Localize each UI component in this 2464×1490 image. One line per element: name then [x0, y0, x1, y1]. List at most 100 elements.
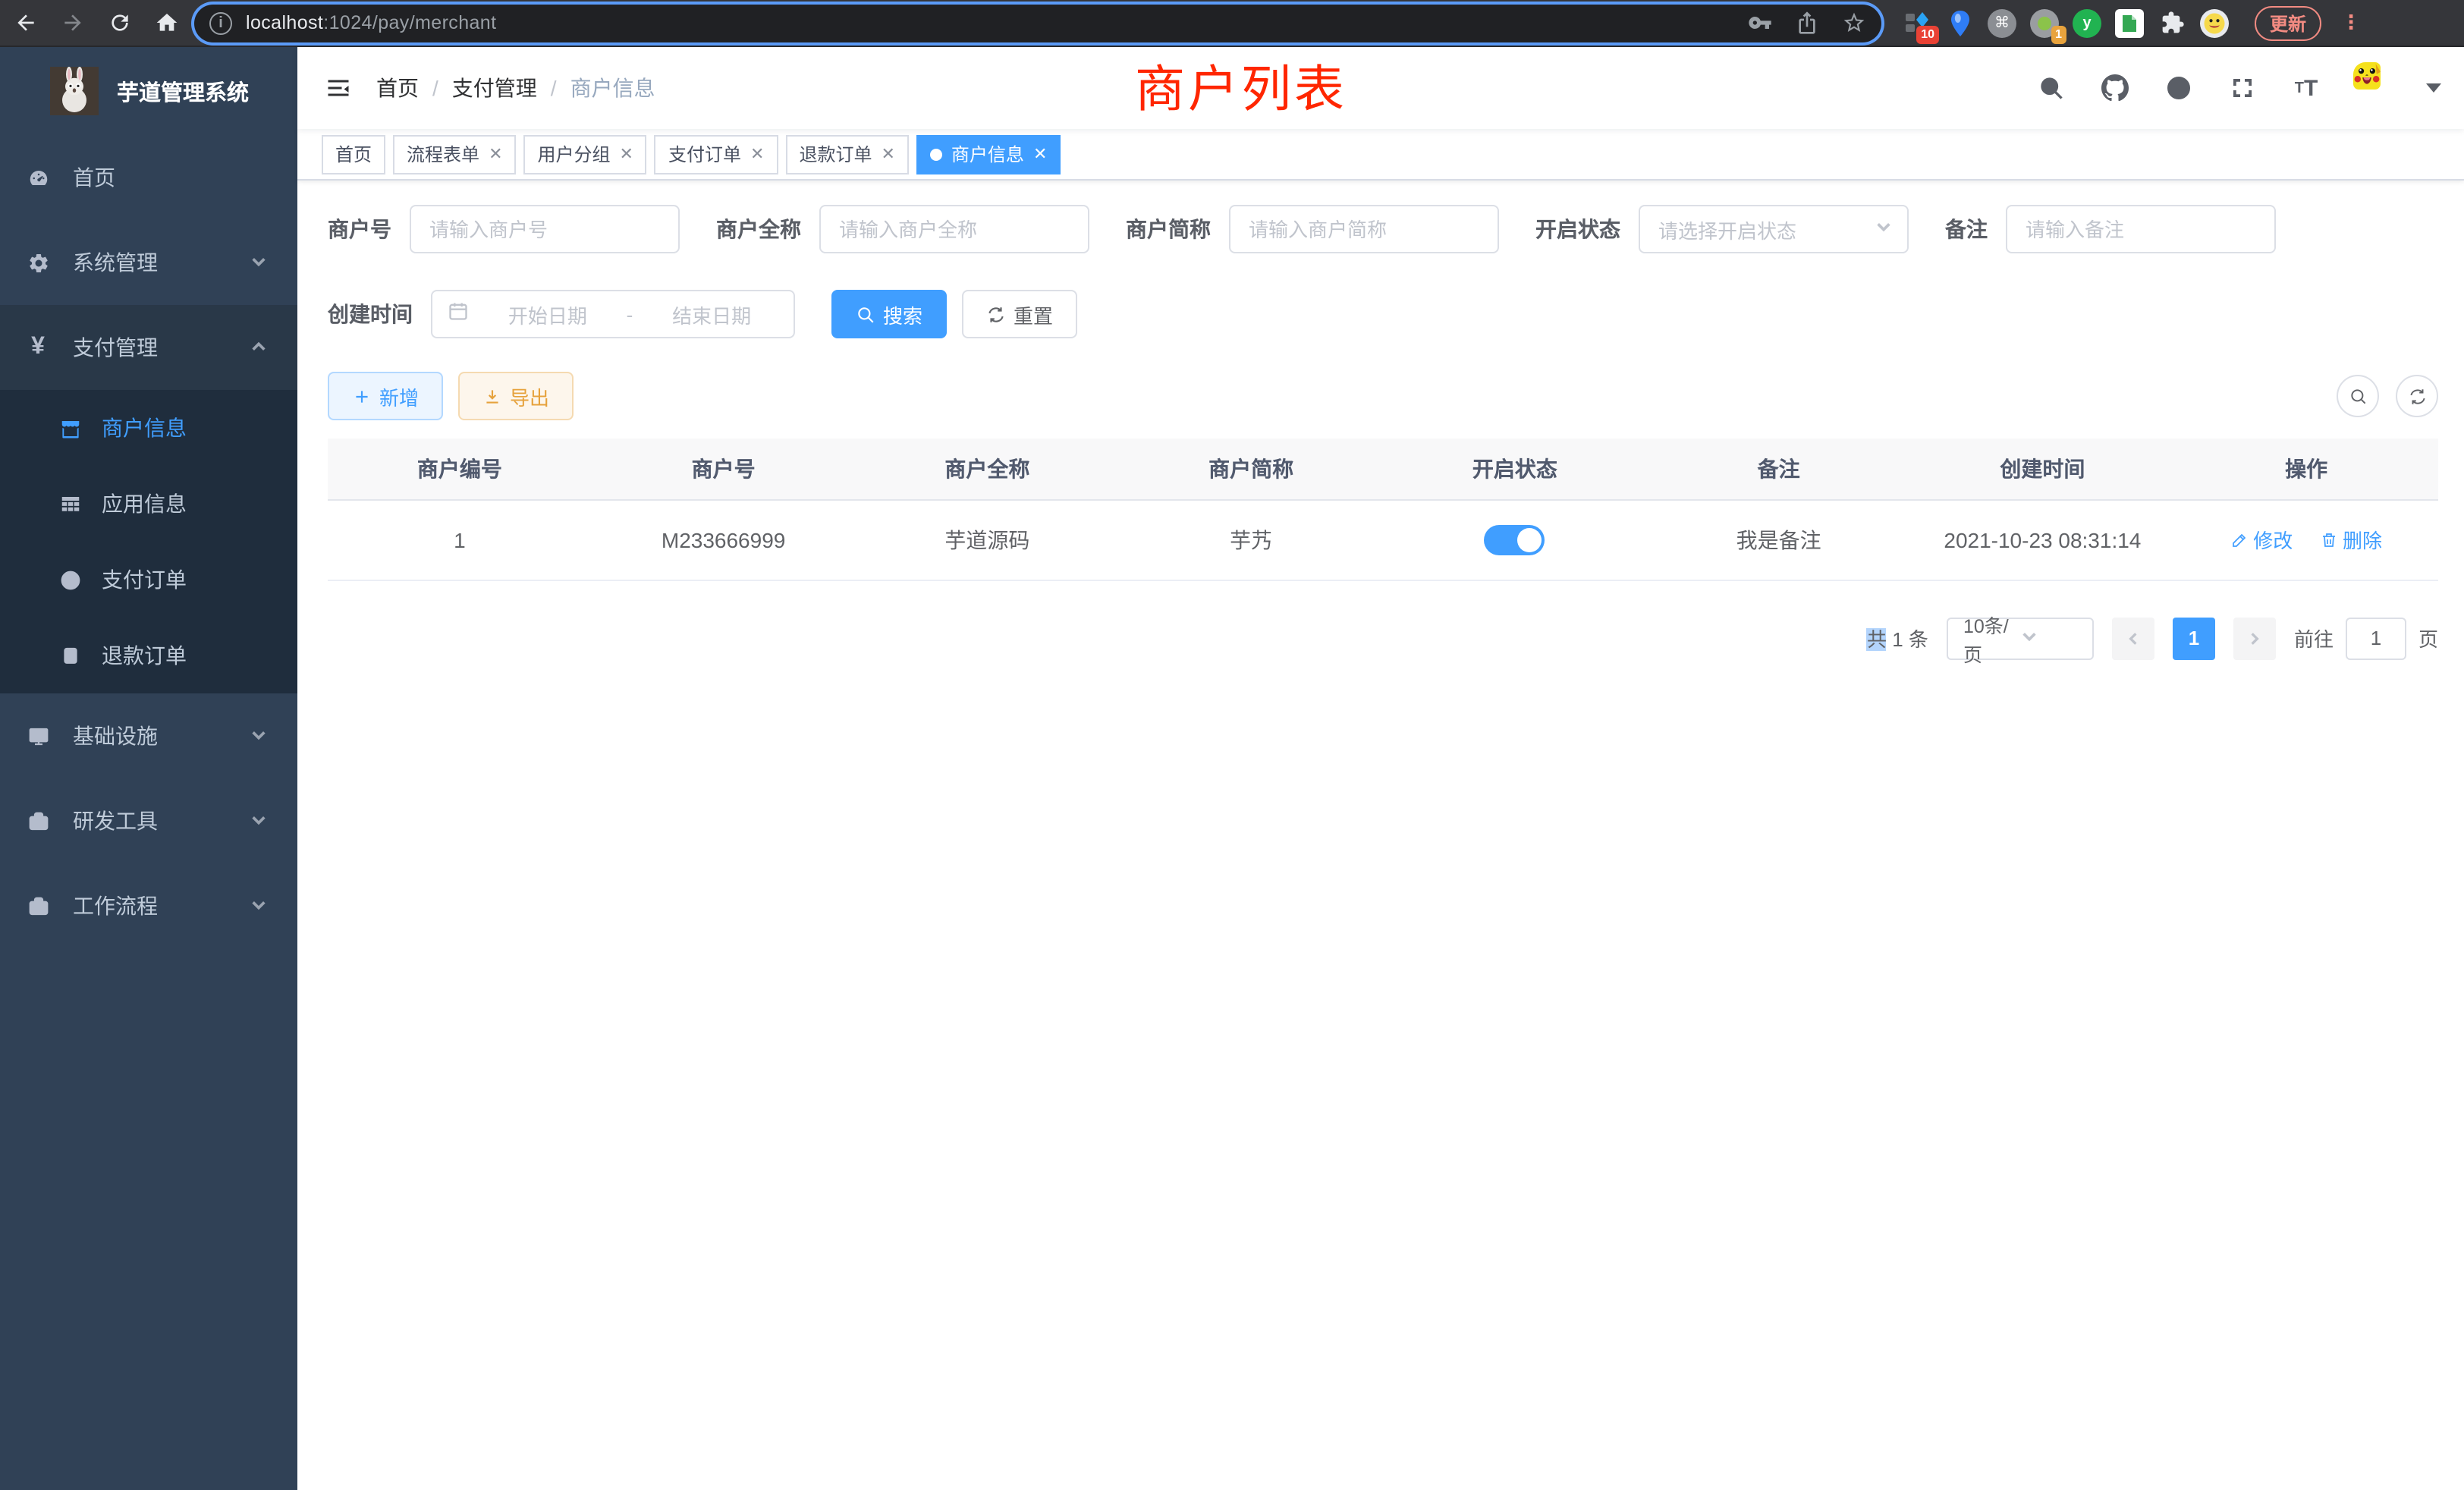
- extension-command-icon[interactable]: ⌘: [1988, 8, 2016, 37]
- chevron-down-icon: [250, 809, 267, 833]
- sidebar-item-app-info[interactable]: 应用信息: [0, 466, 297, 542]
- sidebar-item-label: 应用信息: [102, 489, 187, 519]
- sidebar-item-label: 研发工具: [73, 806, 250, 836]
- toggle-search-button[interactable]: [2337, 375, 2379, 417]
- remark-input[interactable]: [2006, 205, 2276, 253]
- sidebar-item-dev-tools[interactable]: 研发工具: [0, 778, 297, 863]
- header-search-icon[interactable]: [2035, 71, 2068, 105]
- tab-merchant-info[interactable]: 商户信息✕: [916, 134, 1061, 174]
- close-icon[interactable]: ✕: [1033, 144, 1047, 164]
- breadcrumb-separator: /: [551, 76, 557, 100]
- close-icon[interactable]: ✕: [489, 144, 502, 164]
- sidebar-item-label: 支付管理: [73, 332, 250, 363]
- github-icon[interactable]: [2098, 71, 2132, 105]
- edit-button[interactable]: 修改: [2230, 525, 2293, 554]
- close-icon[interactable]: ✕: [881, 144, 894, 164]
- user-avatar[interactable]: [2353, 62, 2405, 114]
- export-button[interactable]: 导出: [458, 372, 574, 420]
- goto-page-input[interactable]: [2346, 617, 2406, 659]
- chevron-down-icon: [250, 250, 267, 275]
- status-select[interactable]: 请选择开启状态: [1639, 205, 1909, 253]
- sidebar-item-workflow[interactable]: 工作流程: [0, 863, 297, 948]
- sidebar-item-infrastructure[interactable]: 基础设施: [0, 693, 297, 778]
- sidebar-item-label: 退款订单: [102, 640, 187, 671]
- breadcrumb-home[interactable]: 首页: [376, 73, 419, 103]
- tab-process-form[interactable]: 流程表单✕: [393, 134, 516, 174]
- app-logo-row[interactable]: 芋道管理系统: [0, 47, 297, 135]
- col-merchant-no: 商户号: [592, 439, 856, 499]
- yen-circle-icon: [58, 567, 82, 592]
- grid-icon: [58, 492, 82, 516]
- page-size-select[interactable]: 10条/页: [1947, 617, 2094, 659]
- field-label: 备注: [1945, 214, 2006, 244]
- tab-refund-order[interactable]: 退款订单✕: [785, 134, 908, 174]
- extension-y-icon[interactable]: y: [2073, 8, 2101, 37]
- sidebar-item-label: 基础设施: [73, 721, 250, 751]
- short-name-input[interactable]: [1229, 205, 1499, 253]
- extension-pin-icon[interactable]: [1945, 8, 1974, 37]
- col-full-name: 商户全称: [856, 439, 1120, 499]
- status-toggle-on[interactable]: [1485, 524, 1545, 555]
- browser-toolbar: i localhost:1024/pay/merchant 10 ⌘ 1: [0, 0, 2464, 47]
- tab-home[interactable]: 首页: [322, 134, 385, 174]
- extension-puzzle-icon[interactable]: [2158, 8, 2186, 37]
- tab-pay-order[interactable]: 支付订单✕: [655, 134, 778, 174]
- bookmark-star-icon[interactable]: [1840, 10, 1866, 36]
- password-key-icon[interactable]: [1746, 10, 1772, 36]
- col-remark: 备注: [1647, 439, 1911, 499]
- sidebar-item-refund-order[interactable]: 退款订单: [0, 618, 297, 693]
- table-row[interactable]: 1 M233666999 芋道源码 芋艿 我是备注 2021-10-23 08:…: [328, 499, 2438, 580]
- browser-reload-icon[interactable]: [106, 10, 132, 36]
- filter-short-name: 商户简称: [1126, 205, 1499, 253]
- extension-emoji-icon[interactable]: [2200, 8, 2229, 37]
- sidebar-item-home[interactable]: 首页: [0, 135, 297, 220]
- chevron-down-icon: [250, 724, 267, 748]
- table-header-row: 商户编号 商户号 商户全称 商户简称 开启状态 备注 创建时间 操作: [328, 439, 2438, 499]
- payment-submenu: 商户信息 应用信息 支付订单: [0, 390, 297, 693]
- font-size-icon[interactable]: TT: [2290, 71, 2323, 105]
- close-icon[interactable]: ✕: [620, 144, 633, 164]
- sidebar-item-payment[interactable]: ¥ 支付管理: [0, 305, 297, 390]
- site-info-icon[interactable]: i: [209, 11, 232, 34]
- page-unit-label: 页: [2418, 624, 2438, 652]
- search-button[interactable]: 搜索: [831, 290, 947, 338]
- browser-update-button[interactable]: 更新: [2255, 5, 2321, 40]
- sidebar-item-merchant-info[interactable]: 商户信息: [0, 390, 297, 466]
- share-icon[interactable]: [1793, 10, 1819, 36]
- document-icon: [58, 643, 82, 668]
- help-icon[interactable]: [2162, 71, 2195, 105]
- app-title: 芋道管理系统: [117, 75, 249, 107]
- sidebar-item-label: 首页: [73, 162, 267, 193]
- tab-user-group[interactable]: 用户分组✕: [524, 134, 647, 174]
- breadcrumb-current: 商户信息: [570, 73, 655, 103]
- extension-grid-icon[interactable]: 10: [1903, 8, 1931, 37]
- add-button[interactable]: 新增: [328, 372, 443, 420]
- merchant-no-input[interactable]: [410, 205, 680, 253]
- next-page-button[interactable]: [2233, 617, 2276, 659]
- browser-back-icon[interactable]: [12, 10, 38, 36]
- shop-icon: [58, 416, 82, 440]
- address-bar[interactable]: i localhost:1024/pay/merchant: [194, 4, 1881, 42]
- refresh-button[interactable]: [2396, 375, 2438, 417]
- date-range-picker[interactable]: 开始日期 - 结束日期: [431, 290, 795, 338]
- delete-button[interactable]: 删除: [2320, 525, 2382, 554]
- browser-home-icon[interactable]: [153, 10, 179, 36]
- reset-button[interactable]: 重置: [962, 290, 1077, 338]
- fullscreen-icon[interactable]: [2226, 71, 2259, 105]
- browser-forward-icon[interactable]: [59, 10, 85, 36]
- breadcrumb: 首页 / 支付管理 / 商户信息: [376, 73, 655, 103]
- close-icon[interactable]: ✕: [750, 144, 764, 164]
- date-separator: -: [627, 303, 633, 325]
- prev-page-button[interactable]: [2112, 617, 2154, 659]
- sidebar-item-pay-order[interactable]: 支付订单: [0, 542, 297, 618]
- sidebar-fold-icon[interactable]: [313, 62, 364, 114]
- extension-profile-icon[interactable]: 1: [2030, 8, 2059, 37]
- sidebar-item-system[interactable]: 系统管理: [0, 220, 297, 305]
- col-merchant-id: 商户编号: [328, 439, 592, 499]
- extension-docs-icon[interactable]: [2115, 8, 2144, 37]
- full-name-input[interactable]: [819, 205, 1089, 253]
- avatar-caret-icon[interactable]: [2426, 83, 2441, 93]
- breadcrumb-payment[interactable]: 支付管理: [452, 73, 537, 103]
- page-1-button[interactable]: 1: [2173, 617, 2215, 659]
- browser-menu-dots-icon[interactable]: ⋮: [2341, 11, 2361, 35]
